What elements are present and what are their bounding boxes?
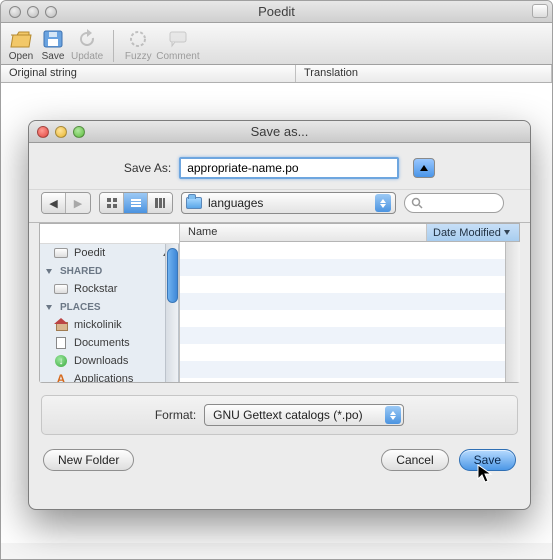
view-mode-buttons [99,192,173,214]
file-list-scrollbar[interactable] [505,242,520,382]
collapse-disclosure-button[interactable] [413,158,435,178]
format-label: Format: [155,408,196,422]
column-name-header[interactable]: Name [180,224,427,241]
sort-indicator-icon [504,230,510,235]
folder-icon [186,197,202,209]
save-icon [39,27,67,51]
back-button[interactable]: ◀ [42,193,66,213]
sidebar: Poedit Shared Rockstar Places mickolinik… [40,224,180,382]
format-popup[interactable]: GNU Gettext catalogs (*.po) [204,404,404,426]
search-input[interactable] [427,197,487,209]
comment-button[interactable]: Comment [156,27,199,62]
save-button[interactable]: Save [459,449,516,471]
main-minimize-button[interactable] [27,6,39,18]
cancel-button[interactable]: Cancel [381,449,448,471]
header-original[interactable]: Original string [1,65,296,82]
sidebar-scroll-thumb[interactable] [167,248,178,303]
sidebar-home[interactable]: mickolinik [40,316,179,334]
downloads-icon: ↓ [55,355,67,367]
sidebar-device-label: Poedit [74,247,105,259]
browser-navbar: ◀ ▶ languages [29,189,530,223]
main-window-title: Poedit [1,4,552,19]
format-value: GNU Gettext catalogs (*.po) [213,408,377,422]
fuzzy-label: Fuzzy [125,51,152,62]
home-icon [55,319,67,331]
main-zoom-button[interactable] [45,6,57,18]
toolbar-separator [113,30,114,62]
format-row: Format: GNU Gettext catalogs (*.po) [41,395,518,435]
location-label: languages [208,196,369,210]
save-as-label: Save As: [124,161,171,175]
search-field[interactable] [404,193,504,213]
file-list-header: Name Date Modified [180,224,519,242]
save-button-toolbar[interactable]: Save [39,27,67,62]
open-button[interactable]: Open [7,27,35,62]
toolbar-toggle-button[interactable] [532,4,548,18]
computer-icon [54,284,68,294]
save-label: Save [42,51,65,62]
open-label: Open [9,51,33,62]
fuzzy-icon [124,27,152,51]
new-folder-button[interactable]: New Folder [43,449,134,471]
popup-arrows-icon [375,194,391,212]
sidebar-shared-label: Rockstar [74,283,117,295]
forward-button[interactable]: ▶ [66,193,90,213]
sidebar-shared-rockstar[interactable]: Rockstar [40,280,179,298]
comment-label: Comment [156,51,199,62]
dialog-close-button[interactable] [37,126,49,138]
column-date-header[interactable]: Date Modified [427,224,519,241]
list-headers: Original string Translation [1,65,552,83]
main-toolbar: Open Save Update Fuzzy [1,23,552,65]
sidebar-scrollbar[interactable] [165,244,179,382]
fuzzy-button[interactable]: Fuzzy [124,27,152,62]
update-label: Update [71,51,103,62]
triangle-up-icon [420,165,428,171]
search-icon [411,197,423,209]
update-icon [73,27,101,51]
location-popup[interactable]: languages [181,192,396,214]
sidebar-places-header[interactable]: Places [40,298,179,316]
sidebar-applications[interactable]: AApplications [40,370,179,382]
sidebar-device-poedit[interactable]: Poedit [40,244,179,262]
main-titlebar[interactable]: Poedit [1,1,552,23]
dialog-titlebar[interactable]: Save as... [29,121,530,143]
comment-icon [164,27,192,51]
file-list-body[interactable] [180,242,519,382]
list-view-button[interactable] [124,193,148,213]
filename-input[interactable] [179,157,399,179]
dialog-title: Save as... [29,124,530,139]
header-translation[interactable]: Translation [296,65,552,82]
sidebar-downloads[interactable]: ↓Downloads [40,352,179,370]
dialog-minimize-button[interactable] [55,126,67,138]
dialog-button-row: New Folder Cancel Save [29,435,530,471]
applications-icon: A [55,373,67,382]
file-list-pane[interactable]: Name Date Modified [180,224,519,382]
main-close-button[interactable] [9,6,21,18]
update-button[interactable]: Update [71,27,103,62]
open-icon [7,27,35,51]
dialog-zoom-button[interactable] [73,126,85,138]
file-browser: Poedit Shared Rockstar Places mickolinik… [39,223,520,383]
sidebar-documents[interactable]: Documents [40,334,179,352]
save-as-dialog: Save as... Save As: ◀ ▶ languages [28,120,531,510]
popup-arrows-icon [385,406,401,424]
document-icon [56,337,66,349]
icon-view-button[interactable] [100,193,124,213]
drive-icon [54,248,68,258]
sidebar-shared-header[interactable]: Shared [40,262,179,280]
column-view-button[interactable] [148,193,172,213]
back-forward-buttons: ◀ ▶ [41,192,91,214]
